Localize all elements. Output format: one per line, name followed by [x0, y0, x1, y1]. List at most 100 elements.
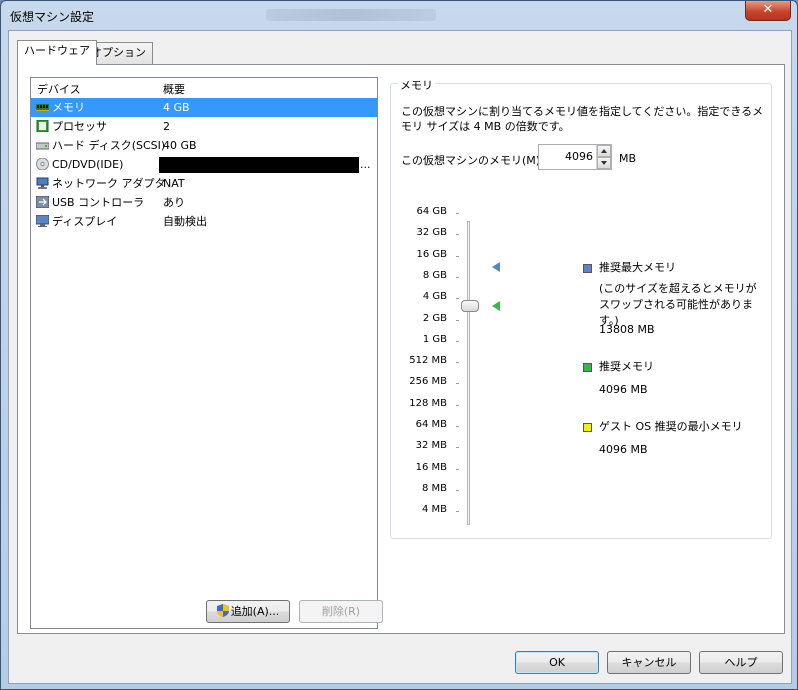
memory-slider-thumb[interactable]: [461, 300, 479, 312]
device-summary: 自動検出: [163, 215, 207, 228]
device-list[interactable]: デバイス 概要 メモリ 4 GB プロセッサ 2 ハード ディスク(SCSI) …: [30, 77, 378, 629]
device-name: CD/DVD(IDE): [52, 158, 124, 171]
recommended-swatch-icon: [583, 363, 592, 372]
scale-tick: [456, 426, 459, 427]
device-name: USB コントローラ: [52, 196, 145, 209]
scale-tick: [456, 213, 459, 214]
spin-buttons: [596, 145, 611, 169]
hardware-panel: デバイス 概要 メモリ 4 GB プロセッサ 2 ハード ディスク(SCSI) …: [17, 64, 785, 634]
memory-value-input[interactable]: 4096: [565, 150, 593, 163]
device-name: ネットワーク アダプタ: [52, 177, 166, 190]
processor-icon: [36, 120, 49, 132]
cancel-button[interactable]: キャンセル: [607, 651, 691, 674]
scale-label: 8 GB: [422, 269, 447, 281]
recommended-value: 4096 MB: [599, 383, 648, 396]
add-button[interactable]: 追加(A)...: [206, 600, 290, 623]
scale-tick: [456, 383, 459, 385]
device-summary: 2: [163, 120, 170, 133]
uac-shield-icon: [216, 604, 229, 617]
scale-tick: [456, 255, 459, 257]
guest-min-title: ゲスト OS 推奨の最小メモリ: [599, 420, 743, 433]
cd-dvd-icon: [36, 158, 49, 170]
hard-disk-icon: [36, 142, 49, 150]
memory-group-title: メモリ: [398, 77, 435, 93]
list-header: デバイス 概要: [31, 78, 377, 98]
memory-slider-track[interactable]: [467, 221, 470, 525]
device-row-display[interactable]: ディスプレイ 自動検出: [31, 212, 377, 231]
device-row-processor[interactable]: プロセッサ 2: [31, 117, 377, 136]
scale-label: 32 GB: [416, 227, 447, 239]
device-summary: NAT: [163, 177, 185, 190]
recommended-marker-icon: [492, 301, 500, 311]
column-header-device[interactable]: デバイス: [37, 81, 81, 97]
settings-window: 仮想マシン設定 ✕ ハードウェア オプション デバイス 概要 メモリ 4 GB: [0, 0, 798, 690]
column-header-summary[interactable]: 概要: [163, 81, 185, 97]
memory-field-label: この仮想マシンのメモリ(M):: [401, 154, 544, 167]
device-name: ディスプレイ: [52, 215, 118, 228]
device-name: ハード ディスク(SCSI): [52, 139, 166, 152]
memory-description: この仮想マシンに割り当てるメモリ値を指定してください。指定できるメモリ サイズは…: [401, 105, 764, 133]
network-adapter-icon: [36, 177, 49, 189]
scale-label: 64 GB: [416, 206, 447, 217]
scale-label: 256 MB: [409, 376, 447, 388]
scale-label: 1 GB: [422, 333, 447, 345]
scale-tick: [456, 404, 459, 406]
guest-min-swatch-icon: [583, 423, 592, 432]
scale-tick: [456, 489, 459, 491]
max-recommended-marker-icon: [492, 262, 500, 272]
display-icon: [36, 215, 49, 227]
scale-label: 16 MB: [415, 461, 447, 473]
scale-label: 4 MB: [421, 504, 447, 516]
redacted-summary: [159, 157, 359, 173]
device-row-hard-disk[interactable]: ハード ディスク(SCSI) 40 GB: [31, 136, 377, 155]
scale-label: 16 GB: [416, 248, 447, 260]
device-row-cd-dvd[interactable]: CD/DVD(IDE) ...: [31, 155, 377, 174]
scale-tick: [456, 468, 459, 470]
tab-hardware[interactable]: ハードウェア: [17, 40, 97, 65]
spin-up-button[interactable]: [597, 145, 611, 157]
ok-button[interactable]: OK: [515, 651, 599, 674]
device-name: メモリ: [52, 101, 85, 114]
guest-min-value: 4096 MB: [599, 443, 648, 456]
close-button[interactable]: ✕: [745, 1, 791, 21]
scale-label: 8 MB: [421, 482, 447, 494]
scale-tick: [456, 362, 459, 364]
title-bar-blurred-area: [266, 9, 436, 21]
scale-label: 64 MB: [415, 419, 447, 430]
dialog-client: ハードウェア オプション デバイス 概要 メモリ 4 GB プロセッサ 2 ハー…: [8, 30, 792, 684]
memory-group: メモリ この仮想マシンに割り当てるメモリ値を指定してください。指定できるメモリ …: [390, 77, 772, 539]
scale-label: 32 MB: [415, 440, 447, 452]
device-summary: あり: [163, 196, 185, 209]
usb-icon: [36, 196, 49, 208]
device-name: プロセッサ: [52, 120, 107, 133]
title-bar[interactable]: 仮想マシン設定 ✕: [1, 1, 797, 29]
add-button-label: 追加(A)...: [230, 605, 280, 618]
scale-label: 512 MB: [409, 355, 447, 367]
memory-unit: MB: [619, 152, 637, 165]
device-summary: ...: [360, 158, 371, 171]
device-row-usb[interactable]: USB コントローラ あり: [31, 193, 377, 212]
window-title: 仮想マシン設定: [10, 10, 95, 24]
scale-tick: [456, 276, 459, 278]
max-recommended-title: 推奨最大メモリ: [599, 261, 676, 274]
scale-tick: [456, 234, 459, 236]
scale-tick: [456, 298, 459, 300]
scale-tick: [456, 340, 459, 342]
max-recommended-value: 13808 MB: [599, 323, 655, 336]
memory-icon: [36, 104, 49, 111]
device-summary: 4 GB: [163, 101, 190, 114]
memory-spinbox[interactable]: 4096: [538, 144, 612, 170]
spin-down-button[interactable]: [597, 157, 611, 169]
scale-tick: [456, 319, 459, 321]
device-row-memory[interactable]: メモリ 4 GB: [31, 98, 377, 117]
max-recommended-swatch-icon: [583, 264, 592, 273]
device-summary: 40 GB: [163, 139, 197, 152]
scale-label: 128 MB: [409, 397, 447, 409]
scale-label: 2 GB: [422, 312, 447, 324]
scale-tick: [456, 511, 459, 513]
device-row-network[interactable]: ネットワーク アダプタ NAT: [31, 174, 377, 193]
help-button[interactable]: ヘルプ: [699, 651, 783, 674]
remove-button[interactable]: 削除(R): [299, 600, 383, 623]
scale-label: 4 GB: [422, 291, 447, 303]
recommended-title: 推奨メモリ: [599, 360, 654, 373]
